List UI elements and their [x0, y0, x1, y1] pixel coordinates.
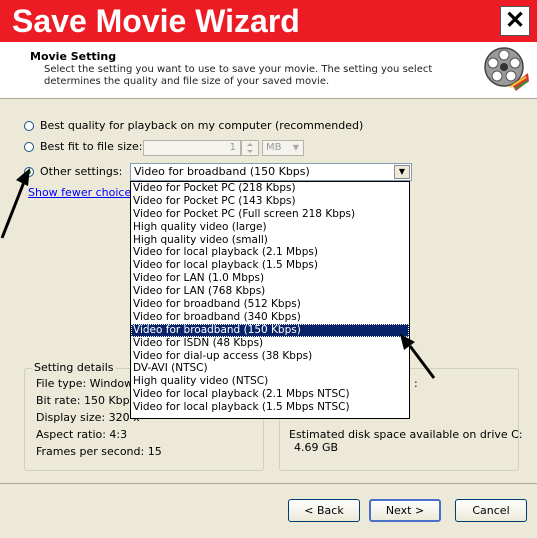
wizard-header: Movie Setting Select the setting you wan… [0, 42, 537, 99]
next-button[interactable]: Next > [369, 499, 441, 522]
best-quality-radio[interactable] [24, 121, 34, 131]
window-title: Save Movie Wizard [12, 3, 300, 39]
other-settings-combo[interactable]: Video for broadband (150 Kbps) ▼ [130, 163, 412, 181]
dropdown-item[interactable]: Video for local playback (2.1 Mbps) [131, 246, 409, 259]
dropdown-item[interactable]: Video for LAN (768 Kbps) [131, 285, 409, 298]
spinner-arrows-icon [247, 143, 253, 153]
footer-divider [0, 483, 537, 484]
best-fit-label[interactable]: Best fit to file size: [40, 140, 142, 153]
dropdown-item[interactable]: Video for broadband (150 Kbps) [131, 323, 409, 337]
dropdown-item[interactable]: High quality video (small) [131, 234, 409, 247]
dropdown-item[interactable]: Video for Pocket PC (143 Kbps) [131, 195, 409, 208]
file-size-unit-value: MB [266, 142, 282, 153]
setting-details-label: Setting details [32, 361, 116, 374]
film-reel-icon [484, 47, 529, 91]
other-settings-radio[interactable] [24, 167, 34, 177]
back-button[interactable]: < Back [288, 499, 360, 522]
disk-space-value: 4.69 GB [294, 441, 339, 454]
bit-rate-text: Bit rate: 150 Kbps [36, 394, 136, 407]
chevron-down-icon: ▼ [292, 143, 299, 152]
close-button[interactable]: ✕ [500, 6, 530, 36]
file-size-colon: : [414, 377, 418, 390]
cancel-button[interactable]: Cancel [455, 499, 527, 522]
page-title: Movie Setting [30, 50, 117, 63]
file-size-unit-select[interactable]: MB ▼ [262, 140, 304, 156]
dropdown-item[interactable]: DV-AVI (NTSC) [131, 362, 409, 375]
dropdown-item[interactable]: Video for Pocket PC (218 Kbps) [131, 182, 409, 195]
best-fit-radio[interactable] [24, 142, 34, 152]
settings-dropdown-list[interactable]: Video for Pocket PC (218 Kbps) Video for … [130, 181, 410, 419]
disk-space-label: Estimated disk space available on drive … [289, 428, 523, 441]
display-size-text: Display size: 320 x [36, 411, 140, 424]
other-settings-value: Video for broadband (150 Kbps) [134, 165, 310, 178]
dropdown-item[interactable]: Video for LAN (1.0 Mbps) [131, 272, 409, 285]
file-type-text: File type: Windows [36, 377, 139, 390]
file-size-spinner[interactable] [241, 140, 259, 156]
dropdown-item[interactable]: Video for broadband (340 Kbps) [131, 311, 409, 324]
dropdown-item[interactable]: Video for local playback (2.1 Mbps NTSC) [131, 388, 409, 401]
dropdown-item[interactable]: High quality video (large) [131, 221, 409, 234]
page-description: Select the setting you want to use to sa… [44, 64, 433, 87]
dropdown-item[interactable]: Video for local playback (1.5 Mbps) [131, 259, 409, 272]
best-quality-label[interactable]: Best quality for playback on my computer… [40, 119, 363, 132]
dropdown-item[interactable]: High quality video (NTSC) [131, 375, 409, 388]
dropdown-item[interactable]: Video for ISDN (48 Kbps) [131, 337, 409, 350]
title-bar: Save Movie Wizard ✕ [0, 0, 537, 42]
dropdown-item[interactable]: Video for dial-up access (38 Kbps) [131, 350, 409, 363]
aspect-ratio-text: Aspect ratio: 4:3 [36, 428, 128, 441]
other-settings-label[interactable]: Other settings: [40, 165, 122, 178]
dropdown-item[interactable]: Video for Pocket PC (Full screen 218 Kbp… [131, 208, 409, 221]
file-size-input[interactable]: 1 [143, 140, 241, 156]
dropdown-item[interactable]: Video for broadband (512 Kbps) [131, 298, 409, 311]
fps-text: Frames per second: 15 [36, 445, 162, 458]
chevron-down-icon[interactable]: ▼ [394, 165, 410, 179]
dropdown-item[interactable]: Video for local playback (1.5 Mbps NTSC) [131, 401, 409, 414]
